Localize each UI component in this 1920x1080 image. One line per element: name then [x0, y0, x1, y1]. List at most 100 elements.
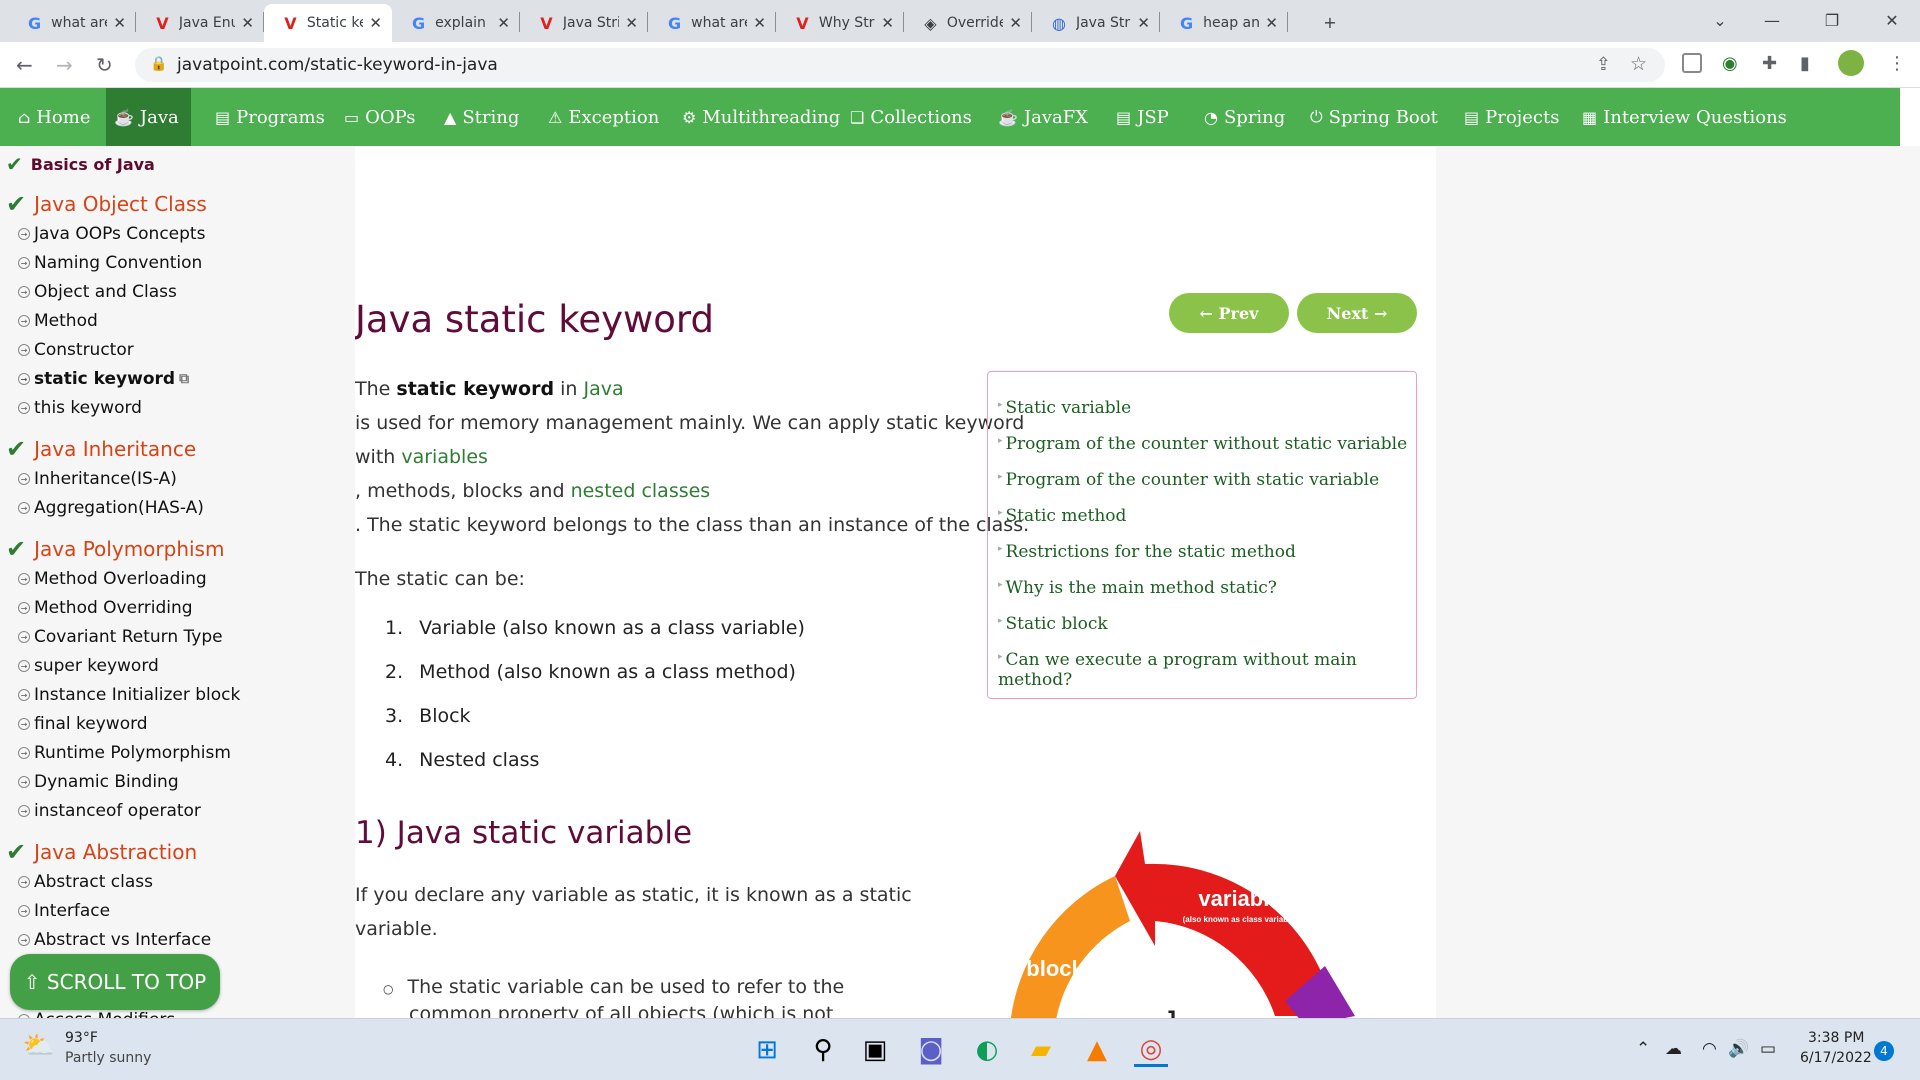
weather-desc[interactable]: Partly sunny	[65, 1050, 151, 1066]
tab-search-icon[interactable]: ⌄	[1690, 0, 1750, 40]
browser-tab[interactable]: Gwhat are th ✕	[648, 4, 776, 42]
toc-link[interactable]: ▸ Program of the counter with static vari…	[998, 470, 1379, 490]
tab-close-icon[interactable]: ✕	[881, 14, 894, 32]
share-icon[interactable]: ⇪	[1596, 54, 1611, 75]
show-hidden-icons-icon[interactable]: ⌃	[1636, 1039, 1650, 1059]
sidebar-item[interactable]: → super keyword	[18, 656, 159, 676]
toc-link[interactable]: ▸ Why is the main method static?	[998, 578, 1277, 598]
variables-link[interactable]: variables	[401, 446, 488, 468]
clock-time[interactable]: 3:38 PM	[1808, 1030, 1864, 1046]
tab-close-icon[interactable]: ✕	[497, 14, 510, 32]
sidebar-section-title[interactable]: ✔ Java Polymorphism	[6, 535, 224, 563]
nav-spring-boot[interactable]: ⏻ Spring Boot	[1302, 88, 1450, 146]
back-icon[interactable]: ←	[16, 53, 33, 77]
browser-tab[interactable]: ◍ Java String ✕	[1032, 4, 1160, 42]
toc-link[interactable]: ▸ Can we execute a program without main m…	[998, 650, 1416, 690]
nested-classes-link[interactable]: nested classes	[571, 480, 711, 502]
battery-icon[interactable]: ▭	[1760, 1039, 1776, 1059]
browser-tab[interactable]: ◈ Override th ✕	[904, 4, 1032, 42]
nav-java[interactable]: ☕ Java	[106, 88, 191, 146]
reload-icon[interactable]: ↻	[96, 53, 113, 77]
sidebar-item[interactable]: → Inheritance(IS-A)	[18, 469, 177, 489]
url-text[interactable]: javatpoint.com/static-keyword-in-java	[177, 55, 498, 75]
browser-tab[interactable]: V Why String ✕	[776, 4, 904, 42]
next-button[interactable]: Next →	[1297, 293, 1417, 333]
nav-javafx[interactable]: ☕ JavaFX	[990, 88, 1100, 146]
tab-close-icon[interactable]: ✕	[1137, 14, 1150, 32]
browser-tab[interactable]: V Static keyw ✕	[264, 4, 392, 42]
restore-button[interactable]: ❐	[1802, 0, 1862, 40]
tab-close-icon[interactable]: ✕	[1009, 14, 1022, 32]
sidebar-item[interactable]: → Instance Initializer block	[18, 685, 240, 705]
edge-browser-icon[interactable]: ◐	[970, 1033, 1004, 1067]
sidebar-item[interactable]: → Method Overloading	[18, 569, 207, 589]
sidebar-item[interactable]: → Method	[18, 311, 98, 331]
vlc-icon[interactable]: ▲	[1080, 1033, 1114, 1067]
notification-badge[interactable]: 4	[1874, 1041, 1894, 1061]
sidebar-item[interactable]: → Naming Convention	[18, 253, 202, 273]
browser-tab[interactable]: V Java String ✕	[520, 4, 648, 42]
profile-avatar[interactable]	[1838, 50, 1864, 76]
browser-tab[interactable]: Gwhat are all ✕	[8, 4, 136, 42]
task-view-icon[interactable]: ▣	[858, 1033, 892, 1067]
tab-close-icon[interactable]: ✕	[369, 14, 382, 32]
onedrive-icon[interactable]: ☁	[1665, 1039, 1682, 1059]
sidebar-item[interactable]: → this keyword	[18, 398, 142, 418]
bookmark-star-icon[interactable]: ☆	[1630, 53, 1647, 75]
scroll-to-top-button[interactable]: ⇧ SCROLL TO TOP	[10, 954, 220, 1010]
weather-icon[interactable]: ⛅	[22, 1029, 56, 1063]
lock-icon[interactable]: 🔒	[150, 56, 167, 72]
sidebar-item[interactable]: → Method Overriding	[18, 598, 193, 618]
nav-oops[interactable]: ▭ OOPs	[336, 88, 428, 146]
sidebar-item[interactable]: → Dynamic Binding	[18, 772, 179, 792]
sidebar-item[interactable]: → final keyword	[18, 714, 148, 734]
tab-close-icon[interactable]: ✕	[1265, 14, 1278, 32]
browser-tab[interactable]: V Java Enum ✕	[136, 4, 264, 42]
nav-spring[interactable]: ◔ Spring	[1196, 88, 1297, 146]
nav-collections[interactable]: ❏ Collections	[842, 88, 984, 146]
puzzle-extensions-icon[interactable]: ✚	[1762, 53, 1777, 74]
tab-close-icon[interactable]: ✕	[753, 14, 766, 32]
sidebar-item[interactable]: →Access Modifiers	[18, 1010, 175, 1018]
toc-link[interactable]: ▸ Program of the counter without static v…	[998, 434, 1407, 454]
sidebar-section-title[interactable]: ✔ Java Object Class	[6, 190, 207, 218]
nav-jsp[interactable]: ▤ JSP	[1108, 88, 1181, 146]
new-tab-button[interactable]: +	[1310, 2, 1350, 42]
sidebar-section-title[interactable]: ✔ Basics of Java	[6, 152, 155, 176]
wifi-icon[interactable]: ◠	[1702, 1039, 1717, 1059]
file-explorer-icon[interactable]: ▰	[1024, 1033, 1058, 1067]
tab-close-icon[interactable]: ✕	[241, 14, 254, 32]
side-panel-icon[interactable]: ▮	[1800, 53, 1810, 74]
teams-chat-icon[interactable]: ◙	[914, 1033, 948, 1067]
forward-icon[interactable]: →	[56, 53, 73, 77]
nav-interview-questions[interactable]: ▦ Interview Questions	[1574, 88, 1799, 146]
prev-button[interactable]: ← Prev	[1169, 293, 1289, 333]
nav-multithreading[interactable]: ⚙ Multithreading	[674, 88, 852, 146]
sidebar-section-title[interactable]: ✔ Java Abstraction	[6, 838, 197, 866]
sidebar-item[interactable]: → Covariant Return Type	[18, 627, 223, 647]
address-bar[interactable]: 🔒 javatpoint.com/static-keyword-in-java …	[135, 48, 1665, 82]
sidebar-item[interactable]: → Abstract class	[18, 872, 153, 892]
tab-close-icon[interactable]: ✕	[113, 14, 126, 32]
toc-link[interactable]: ▸ Static method	[998, 506, 1126, 526]
sidebar-item[interactable]: → Interface	[18, 901, 110, 921]
nav-programs[interactable]: ▤ Programs	[207, 88, 337, 146]
nav-string[interactable]: ▲ String	[436, 88, 531, 146]
minimize-button[interactable]: —	[1742, 0, 1802, 40]
sidebar-item[interactable]: → Constructor	[18, 340, 134, 360]
volume-icon[interactable]: 🔊	[1728, 1039, 1749, 1059]
weather-temp[interactable]: 93°F	[65, 1030, 98, 1046]
toc-link[interactable]: ▸ Restrictions for the static method	[998, 542, 1296, 562]
sidebar-item[interactable]: → Aggregation(HAS-A)	[18, 498, 204, 518]
nav-exception[interactable]: ⚠ Exception	[540, 88, 671, 146]
search-icon[interactable]: ⚲	[806, 1033, 840, 1067]
nav-home[interactable]: ⌂ Home	[10, 88, 102, 146]
globe-extension-icon[interactable]: ◉	[1722, 53, 1738, 74]
sidebar-item[interactable]: → Java OOPs Concepts	[18, 224, 205, 244]
close-window-button[interactable]: ✕	[1862, 0, 1920, 40]
windows-start-icon[interactable]: ⊞	[750, 1033, 784, 1067]
toc-link[interactable]: ▸ Static block	[998, 614, 1108, 634]
extension-icon[interactable]	[1682, 53, 1702, 73]
tab-close-icon[interactable]: ✕	[625, 14, 638, 32]
sidebar-item[interactable]: → static keyword ⧉	[18, 369, 189, 389]
